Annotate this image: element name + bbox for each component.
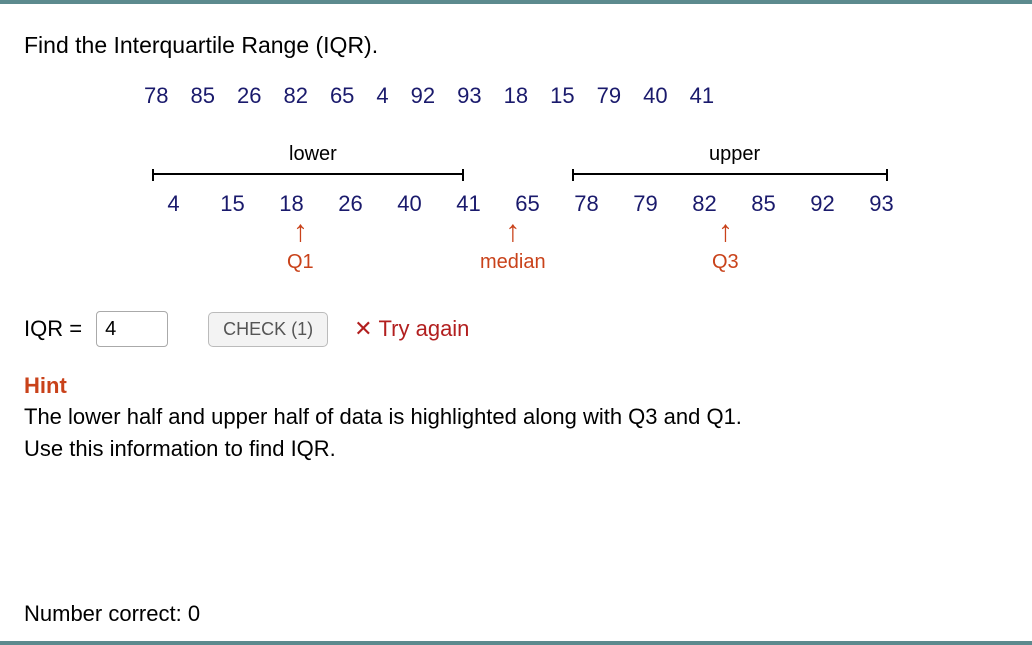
upper-half-label: upper: [709, 143, 760, 166]
sorted-value: 79: [616, 191, 675, 217]
sorted-value: 41: [439, 191, 498, 217]
data-value: 26: [237, 83, 261, 109]
sorted-value: 40: [380, 191, 439, 217]
sorted-value: 18: [262, 191, 321, 217]
hint-body: The lower half and upper half of data is…: [24, 401, 1008, 465]
median-marker: ↑ median: [480, 221, 546, 274]
iqr-label: IQR =: [24, 316, 82, 342]
exercise-frame: Find the Interquartile Range (IQR). 78 8…: [0, 0, 1032, 645]
data-value: 41: [690, 83, 714, 109]
hint-title: Hint: [24, 373, 1008, 399]
data-value: 40: [643, 83, 667, 109]
data-value: 93: [457, 83, 481, 109]
data-value: 4: [376, 83, 388, 109]
sorted-value: 93: [852, 191, 911, 217]
q1-label: Q1: [287, 251, 314, 274]
upper-bracket: [572, 173, 888, 185]
iqr-input[interactable]: [96, 311, 168, 347]
arrow-up-icon: ↑: [712, 221, 739, 243]
sorted-value: 85: [734, 191, 793, 217]
data-value: 15: [550, 83, 574, 109]
answer-row: IQR = CHECK (1) ✕ Try again: [24, 311, 1008, 347]
data-value: 85: [190, 83, 214, 109]
data-value: 65: [330, 83, 354, 109]
sorted-data-row: 4 15 18 26 40 41 65 78 79 82 85 92 93: [144, 191, 904, 217]
prompt-text: Find the Interquartile Range (IQR).: [24, 32, 1008, 59]
lower-half-label: lower: [289, 143, 337, 166]
arrow-up-icon: ↑: [480, 221, 546, 243]
sorted-diagram: lower upper 4 15 18 26 40 41 65 78 79 82…: [144, 143, 924, 303]
arrow-up-icon: ↑: [287, 221, 314, 243]
sorted-value: 92: [793, 191, 852, 217]
data-value: 92: [411, 83, 435, 109]
score-footer: Number correct: 0: [24, 601, 200, 627]
sorted-value: 15: [203, 191, 262, 217]
median-label: median: [480, 251, 546, 274]
q1-marker: ↑ Q1: [287, 221, 314, 274]
sorted-value: 26: [321, 191, 380, 217]
x-icon: ✕: [354, 316, 372, 342]
data-value: 82: [283, 83, 307, 109]
data-value: 18: [504, 83, 528, 109]
hint-line: Use this information to find IQR.: [24, 433, 1008, 465]
q3-label: Q3: [712, 251, 739, 274]
data-value: 79: [597, 83, 621, 109]
lower-bracket: [152, 173, 464, 185]
sorted-value: 4: [144, 191, 203, 217]
check-button[interactable]: CHECK (1): [208, 312, 328, 347]
hint-block: Hint The lower half and upper half of da…: [24, 373, 1008, 465]
unsorted-data-row: 78 85 26 82 65 4 92 93 18 15 79 40 41: [144, 83, 1008, 109]
hint-line: The lower half and upper half of data is…: [24, 401, 1008, 433]
sorted-value: 65: [498, 191, 557, 217]
sorted-value: 82: [675, 191, 734, 217]
sorted-value: 78: [557, 191, 616, 217]
q3-marker: ↑ Q3: [712, 221, 739, 274]
feedback-message: ✕ Try again: [354, 316, 469, 342]
data-value: 78: [144, 83, 168, 109]
feedback-text: Try again: [379, 316, 470, 342]
